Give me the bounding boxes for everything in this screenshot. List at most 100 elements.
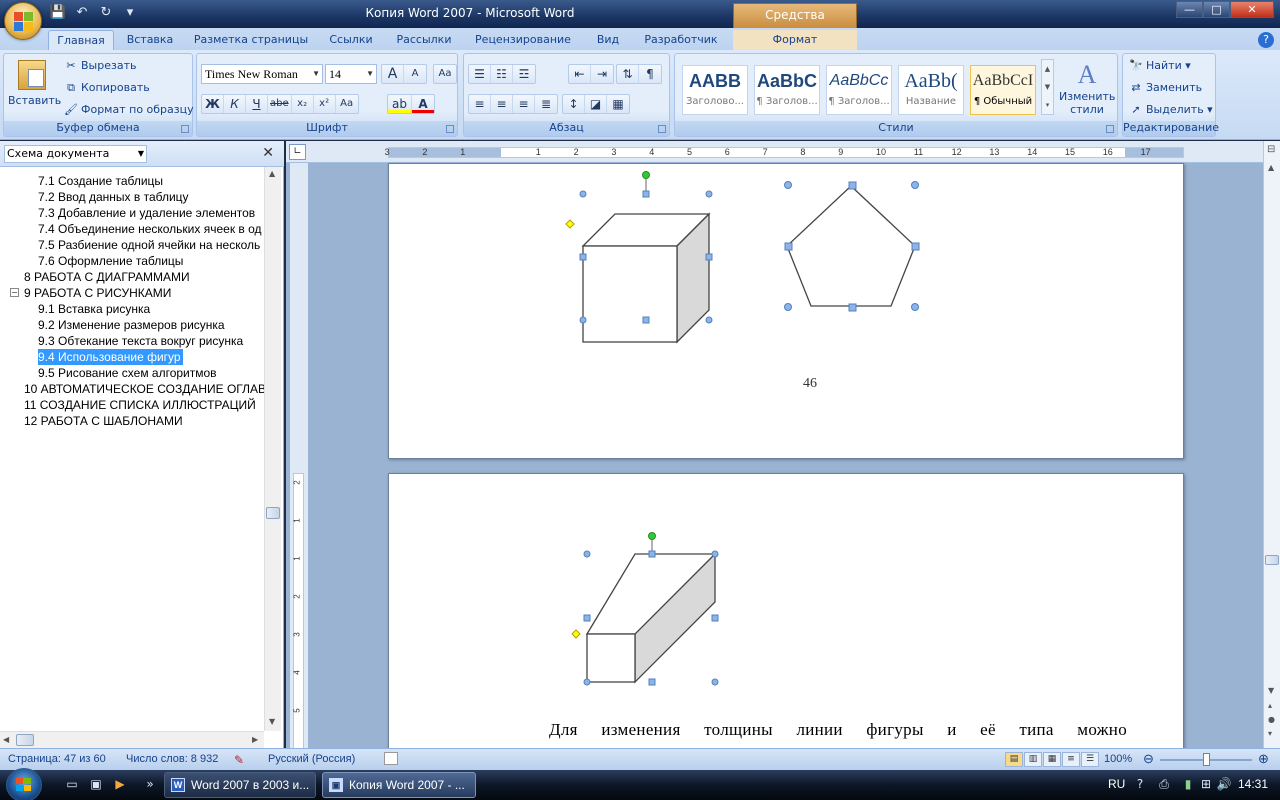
- scroll-left-icon[interactable]: ◀: [3, 735, 9, 744]
- clear-formatting-button[interactable]: Aa: [434, 65, 456, 83]
- help-icon[interactable]: ?: [1258, 32, 1274, 48]
- resize-handle[interactable]: [583, 550, 591, 558]
- language-indicator[interactable]: Русский (Россия): [268, 753, 355, 765]
- outline-view-icon[interactable]: ≡: [1062, 752, 1080, 767]
- document-map-item[interactable]: 7.6 Оформление таблицы: [38, 253, 183, 269]
- font-size-combo[interactable]: 14 ▼: [325, 64, 377, 84]
- style-heading1[interactable]: AABB Заголово...: [682, 65, 748, 115]
- paste-button[interactable]: Вставить: [8, 58, 61, 120]
- resize-handle[interactable]: [784, 242, 793, 251]
- document-map-item[interactable]: 9.1 Вставка рисунка: [38, 301, 150, 317]
- zoom-level[interactable]: 100%: [1104, 753, 1132, 765]
- tab-references[interactable]: Ссылки: [322, 30, 380, 50]
- help-tray-icon[interactable]: ?: [1132, 777, 1148, 793]
- shading-icon[interactable]: ◪: [585, 95, 607, 113]
- copy-button[interactable]: ⧉ Копировать: [64, 81, 150, 95]
- tab-view[interactable]: Вид: [588, 30, 628, 50]
- font-name-combo[interactable]: Times New Roman ▼: [201, 64, 323, 84]
- document-map-item[interactable]: 7.4 Объединение нескольких ячеек в од: [38, 221, 262, 237]
- increase-indent-icon[interactable]: ⇥: [591, 65, 613, 83]
- resize-handle[interactable]: [579, 316, 587, 324]
- show-marks-icon[interactable]: ¶: [639, 65, 661, 83]
- document-map-item[interactable]: 9.2 Изменение размеров рисунка: [38, 317, 225, 333]
- close-icon[interactable]: ✕: [262, 145, 274, 161]
- rotate-handle[interactable]: [642, 171, 650, 179]
- document-map-item[interactable]: 9 РАБОТА С РИСУНКАМИ: [24, 285, 171, 301]
- page-46[interactable]: 46: [388, 163, 1184, 459]
- document-map-item[interactable]: 7.5 Разбиение одной ячейки на несколь: [38, 237, 260, 253]
- taskbar-button-word-2003[interactable]: W Word 2007 в 2003 и...: [164, 772, 316, 798]
- find-button[interactable]: 🔭 Найти ▾: [1129, 59, 1191, 73]
- document-map-item[interactable]: 7.3 Добавление и удаление элементов: [38, 205, 255, 221]
- document-map-item[interactable]: 7.2 Ввод данных в таблицу: [38, 189, 189, 205]
- highlight-button[interactable]: ab: [388, 95, 412, 113]
- resize-handle[interactable]: [848, 181, 857, 190]
- resize-handle[interactable]: [579, 190, 587, 198]
- horizontal-ruler[interactable]: ∟ 3 2 1 1 2 3 4 5 6 7 8 9 10 11 12 13 14 15 16 17: [286, 141, 1263, 163]
- resize-handle[interactable]: [642, 190, 650, 198]
- document-map-vertical-scrollbar[interactable]: ▲ ▼: [264, 167, 281, 731]
- page-indicator[interactable]: Страница: 47 из 60: [8, 753, 106, 765]
- document-map-item[interactable]: 12 РАБОТА С ШАБЛОНАМИ: [24, 413, 183, 429]
- scroll-down-icon[interactable]: ▼: [1268, 686, 1274, 695]
- document-map-item[interactable]: 9.3 Обтекание текста вокруг рисунка: [38, 333, 243, 349]
- resize-handle[interactable]: [583, 614, 591, 622]
- style-title[interactable]: AaBb( Название: [898, 65, 964, 115]
- adjust-handle[interactable]: [571, 629, 581, 639]
- proofing-icon[interactable]: ✎: [234, 753, 244, 767]
- replace-button[interactable]: ⇄ Заменить: [1129, 81, 1202, 95]
- tab-page-layout[interactable]: Разметка страницы: [190, 30, 312, 50]
- switch-windows-icon[interactable]: ▣: [88, 777, 104, 793]
- split-icon[interactable]: ⊟: [1267, 144, 1275, 155]
- media-player-icon[interactable]: ▶: [112, 777, 128, 793]
- style-normal[interactable]: AaBbCcI ¶ Обычный: [970, 65, 1036, 115]
- shrink-font-button[interactable]: A: [404, 65, 426, 83]
- underline-button[interactable]: Ч: [246, 95, 268, 113]
- strikethrough-button[interactable]: abe: [268, 95, 292, 113]
- align-right-icon[interactable]: ≡: [513, 95, 535, 113]
- vertical-ruler[interactable]: 2 1 1 2 3 4 5: [290, 163, 308, 748]
- borders-icon[interactable]: ▦: [607, 95, 629, 113]
- italic-button[interactable]: К: [224, 95, 246, 113]
- word-count[interactable]: Число слов: 8 932: [126, 753, 218, 765]
- draft-view-icon[interactable]: ☰: [1081, 752, 1099, 767]
- network-icon[interactable]: ⊞: [1198, 777, 1214, 793]
- zoom-slider-thumb[interactable]: [1203, 753, 1210, 766]
- resize-handle[interactable]: [705, 253, 713, 261]
- scroll-thumb[interactable]: [266, 507, 280, 519]
- tab-home[interactable]: Главная: [48, 30, 114, 50]
- multilevel-list-icon[interactable]: ☲: [513, 65, 535, 83]
- close-button[interactable]: ✕: [1230, 1, 1274, 18]
- cut-button[interactable]: ✂ Вырезать: [64, 59, 136, 73]
- document-map-item[interactable]: 9.5 Рисование схем алгоритмов: [38, 365, 217, 381]
- document-map-item[interactable]: 11 СОЗДАНИЕ СПИСКА ИЛЛЮСТРАЦИЙ: [24, 397, 256, 413]
- tab-developer[interactable]: Разработчик: [638, 30, 724, 50]
- styles-scroll[interactable]: ▲ ▼ ▾: [1041, 59, 1054, 115]
- body-paragraph[interactable]: Для изменения толщины линии фигуры и её …: [549, 720, 1127, 740]
- resize-handle[interactable]: [911, 242, 920, 251]
- browse-object-icon[interactable]: ●: [1268, 715, 1275, 724]
- adjust-handle[interactable]: [565, 219, 575, 229]
- resize-handle[interactable]: [583, 678, 591, 686]
- clipboard-launcher-icon[interactable]: [181, 125, 189, 133]
- macro-record-icon[interactable]: [384, 752, 398, 765]
- tab-insert[interactable]: Вставка: [120, 30, 180, 50]
- zoom-out-icon[interactable]: ⊖: [1143, 751, 1154, 767]
- numbering-icon[interactable]: ☷: [491, 65, 513, 83]
- justify-icon[interactable]: ≣: [535, 95, 557, 113]
- sort-icon[interactable]: ⇅: [617, 65, 639, 83]
- bullets-icon[interactable]: ☰: [469, 65, 491, 83]
- start-button[interactable]: [6, 768, 42, 800]
- print-layout-view-icon[interactable]: ▤: [1005, 752, 1023, 767]
- quicklaunch-more-icon[interactable]: »: [142, 777, 158, 793]
- line-spacing-icon[interactable]: ↕: [563, 95, 585, 113]
- maximize-button[interactable]: □: [1203, 1, 1230, 18]
- tab-format[interactable]: Формат: [733, 30, 857, 50]
- styles-launcher-icon[interactable]: [1106, 125, 1114, 133]
- resize-handle[interactable]: [648, 678, 656, 686]
- zoom-in-icon[interactable]: ⊕: [1258, 751, 1269, 767]
- office-button[interactable]: [4, 2, 42, 40]
- document-map-horizontal-scrollbar[interactable]: ◀ ▶: [0, 731, 264, 748]
- format-painter-button[interactable]: 🖌 Формат по образцу: [64, 103, 194, 117]
- taskbar-button-word-copy[interactable]: ▣ Копия Word 2007 - ...: [322, 772, 476, 798]
